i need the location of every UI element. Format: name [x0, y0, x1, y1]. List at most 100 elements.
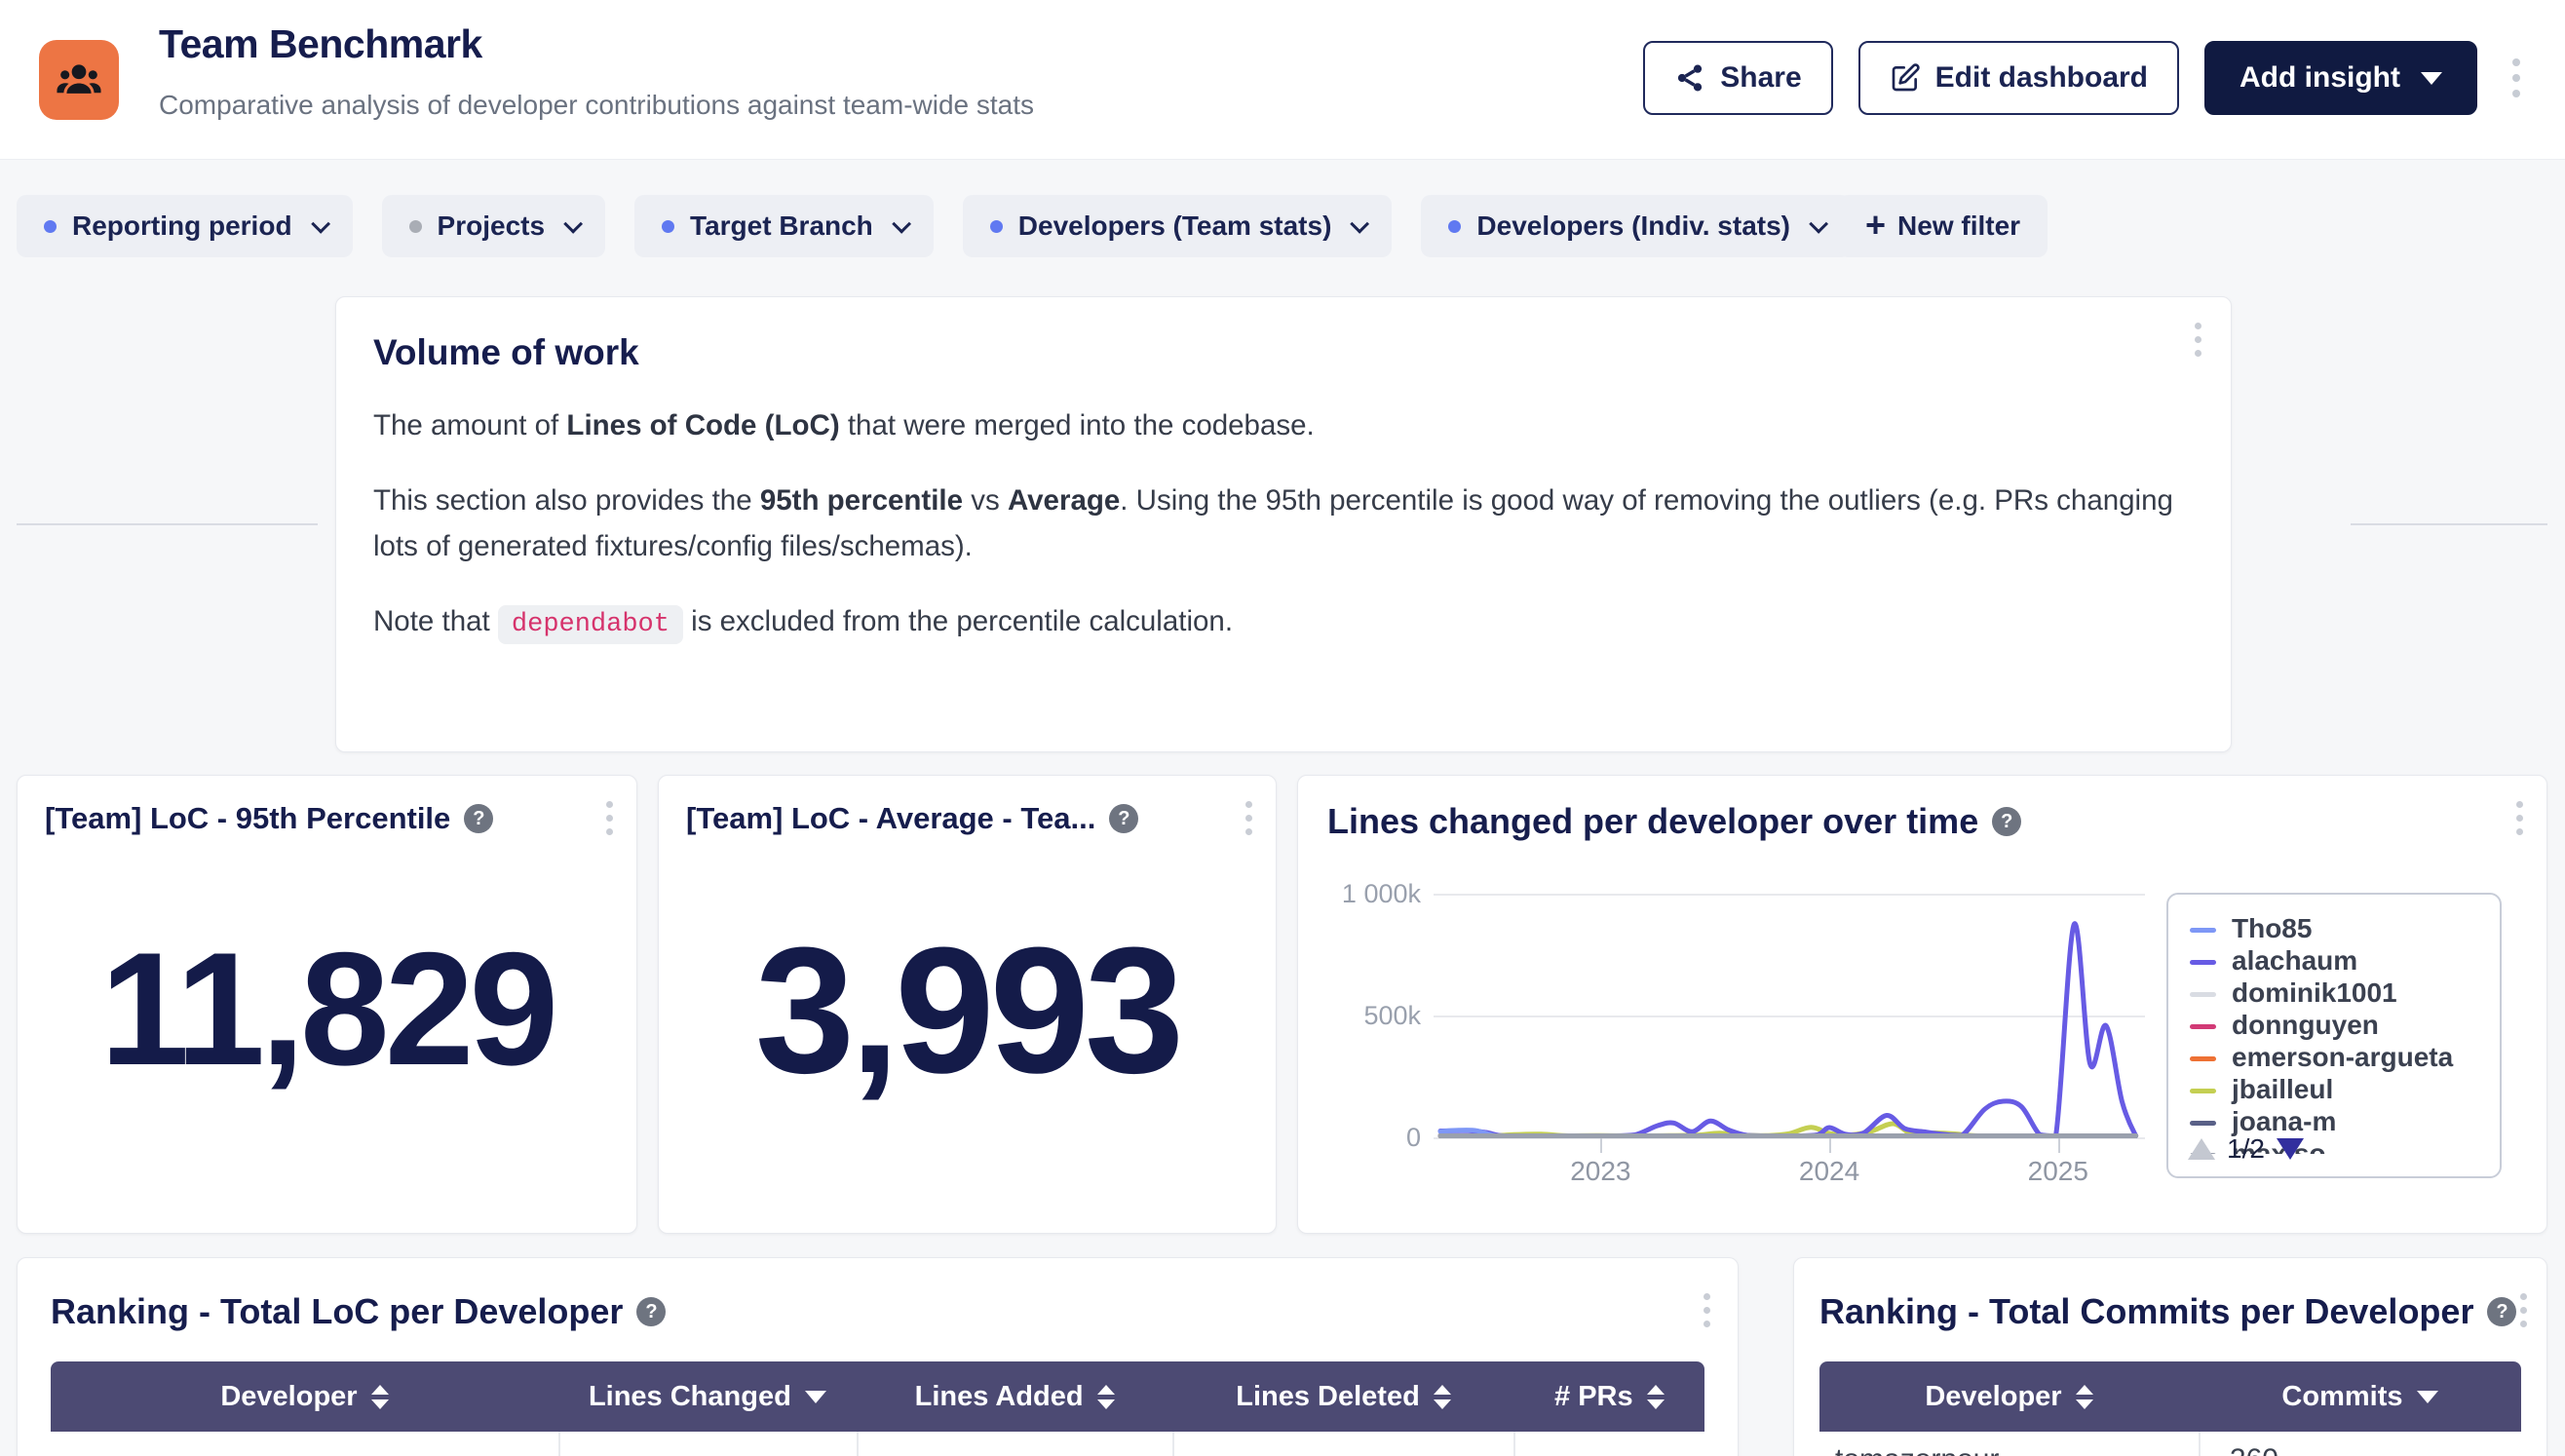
metric-title: [Team] LoC - Average - Tea...: [686, 801, 1095, 836]
card-kebab-menu[interactable]: [1704, 1293, 1710, 1327]
legend-item[interactable]: alachaum: [2190, 944, 2500, 977]
column-header[interactable]: Lines Added: [857, 1361, 1173, 1432]
metric-title: [Team] LoC - 95th Percentile: [45, 801, 450, 836]
filter-chip-label: Developers (Indiv. stats): [1476, 211, 1790, 242]
card-title: Volume of work: [373, 332, 2194, 373]
filter-chip[interactable]: Target Branch: [634, 195, 934, 257]
volume-paragraph-3: Note that dependabot is excluded from th…: [373, 598, 2176, 648]
column-label: # PRs: [1554, 1381, 1633, 1413]
section-divider-left: [17, 523, 318, 525]
caret-down-icon: [2421, 72, 2442, 85]
card-kebab-menu[interactable]: [606, 801, 613, 835]
legend-marker: [2190, 1056, 2216, 1061]
legend-label: Tho85: [2232, 913, 2312, 944]
card-kebab-menu[interactable]: [2516, 801, 2523, 835]
chevron-down-icon: [1351, 214, 1370, 234]
column-label: Developer: [220, 1381, 357, 1413]
section-divider-right: [2351, 523, 2547, 525]
page-title: Team Benchmark: [159, 21, 482, 67]
x-axis-tick-label: 2025: [2028, 1156, 2088, 1187]
legend-item[interactable]: Tho85: [2190, 912, 2500, 944]
sort-icon: [1097, 1385, 1115, 1409]
column-header[interactable]: Commits: [2199, 1361, 2521, 1432]
filter-status-dot: [409, 220, 422, 233]
metric-card-loc-95th: [Team] LoC - 95th Percentile ? 11,829: [17, 775, 637, 1234]
metric-value: 11,829: [45, 836, 609, 1207]
chevron-down-icon: [311, 214, 330, 234]
filter-chip-label: Reporting period: [72, 211, 292, 242]
header-kebab-menu[interactable]: [2503, 51, 2530, 105]
column-header[interactable]: Lines Deleted: [1172, 1361, 1513, 1432]
legend-marker: [2190, 992, 2216, 997]
column-header[interactable]: # PRs: [1514, 1361, 1704, 1432]
new-filter-wrap: + New filter: [1838, 195, 2048, 257]
column-label: Lines Added: [915, 1381, 1084, 1413]
help-icon[interactable]: ?: [1109, 804, 1138, 833]
edit-dashboard-label: Edit dashboard: [1935, 61, 2148, 95]
card-kebab-menu[interactable]: [2520, 1293, 2527, 1327]
legend-label: donnguyen: [2232, 1010, 2379, 1041]
table-row[interactable]: tomazornour 260: [1819, 1432, 2521, 1456]
legend-item[interactable]: donnguyen: [2190, 1009, 2500, 1041]
ranking-loc-title: Ranking - Total LoC per Developer: [51, 1291, 623, 1332]
add-insight-label: Add insight: [2240, 61, 2400, 95]
chart-ylabels: 0500k1 000k: [1318, 895, 1421, 1138]
chevron-down-icon: [892, 214, 911, 234]
metric-value: 3,993: [686, 836, 1248, 1207]
x-axis-tick-label: 2023: [1570, 1156, 1630, 1187]
legend-page-up-icon[interactable]: [2188, 1138, 2215, 1160]
edit-dashboard-button[interactable]: Edit dashboard: [1858, 41, 2179, 115]
filter-chip[interactable]: Developers (Indiv. stats): [1421, 195, 1851, 257]
page-subtitle: Comparative analysis of developer contri…: [159, 90, 1034, 121]
legend-item[interactable]: dominik1001: [2190, 977, 2500, 1009]
chart-title: Lines changed per developer over time: [1327, 801, 1978, 842]
new-filter-button[interactable]: + New filter: [1838, 195, 2048, 257]
lines-changed-chart-card: Lines changed per developer over time ? …: [1297, 775, 2547, 1234]
dependabot-code-chip: dependabot: [498, 605, 683, 644]
legend-item[interactable]: emerson-argueta: [2190, 1041, 2500, 1073]
header-actions: Share Edit dashboard Add insight: [1643, 41, 2530, 115]
ranking-commits-title: Ranking - Total Commits per Developer: [1819, 1291, 2473, 1332]
filter-bar: Reporting period Projects Target Branch …: [17, 195, 1851, 257]
help-icon[interactable]: ?: [464, 804, 493, 833]
chart-series-alachaum: [1440, 924, 2136, 1136]
legend-pagination: 1/2: [2188, 1133, 2304, 1165]
card-kebab-menu[interactable]: [1245, 801, 1252, 835]
dashboard-page: Team Benchmark Comparative analysis of d…: [0, 0, 2565, 1456]
legend-marker: [2190, 928, 2216, 933]
share-button[interactable]: Share: [1643, 41, 1832, 115]
filter-status-dot: [44, 220, 57, 233]
legend-page-down-icon[interactable]: [2277, 1138, 2304, 1160]
filter-chip-label: Developers (Team stats): [1018, 211, 1332, 242]
column-label: Commits: [2281, 1381, 2402, 1413]
filter-chip[interactable]: Developers (Team stats): [963, 195, 1393, 257]
column-header[interactable]: Developer: [1819, 1361, 2199, 1432]
column-label: Developer: [1925, 1381, 2061, 1413]
dashboard-logo: [39, 40, 119, 120]
column-label: Lines Changed: [589, 1381, 791, 1413]
card-kebab-menu[interactable]: [2195, 323, 2201, 357]
filter-status-dot: [662, 220, 674, 233]
legend-label: joana-m: [2232, 1106, 2336, 1137]
help-icon[interactable]: ?: [636, 1297, 666, 1326]
legend-label: emerson-argueta: [2232, 1042, 2453, 1073]
sort-icon: [2076, 1385, 2093, 1409]
table-row[interactable]: [51, 1432, 1704, 1456]
help-icon[interactable]: ?: [2487, 1297, 2516, 1326]
legend-label: jbailleul: [2232, 1074, 2333, 1105]
help-icon[interactable]: ?: [1992, 807, 2021, 836]
filter-chip[interactable]: Projects: [382, 195, 606, 257]
filter-chip[interactable]: Reporting period: [17, 195, 353, 257]
legend-item[interactable]: jbailleul: [2190, 1073, 2500, 1105]
share-label: Share: [1720, 61, 1801, 95]
column-header[interactable]: Developer: [51, 1361, 558, 1432]
sort-icon: [805, 1391, 826, 1403]
ranking-loc-card: Ranking - Total LoC per Developer ? Deve…: [17, 1257, 1739, 1456]
top-header: Team Benchmark Comparative analysis of d…: [0, 0, 2565, 160]
column-header[interactable]: Lines Changed: [558, 1361, 857, 1432]
filter-status-dot: [990, 220, 1003, 233]
chevron-down-icon: [563, 214, 583, 234]
add-insight-button[interactable]: Add insight: [2204, 41, 2477, 115]
column-label: Lines Deleted: [1236, 1381, 1420, 1413]
filter-chip-label: Target Branch: [690, 211, 873, 242]
